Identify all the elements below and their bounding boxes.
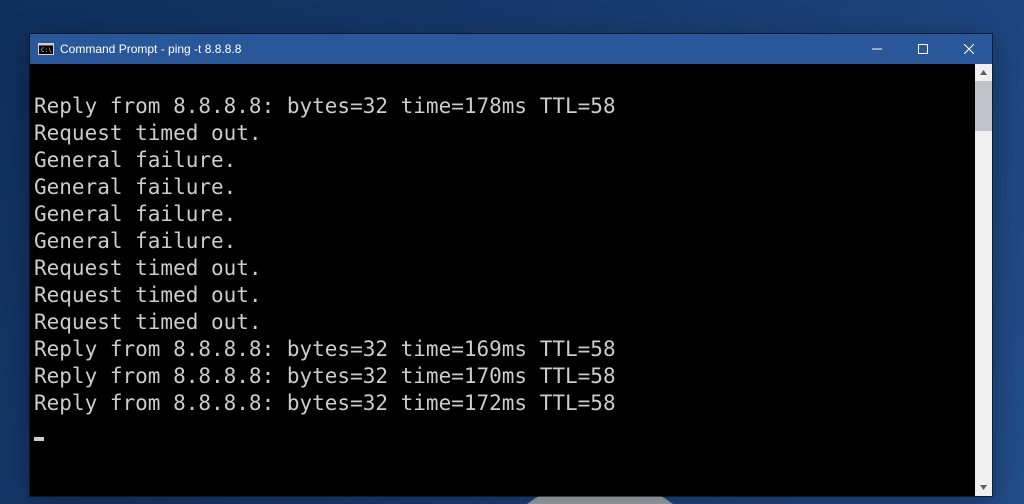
- console-output[interactable]: Reply from 8.8.8.8: bytes=32 time=178ms …: [30, 64, 975, 496]
- console-line: Request timed out.: [34, 256, 262, 280]
- console-line: Request timed out.: [34, 310, 262, 334]
- close-button[interactable]: [946, 34, 992, 64]
- client-area: Reply from 8.8.8.8: bytes=32 time=178ms …: [30, 64, 992, 496]
- console-line: Reply from 8.8.8.8: bytes=32 time=169ms …: [34, 337, 616, 361]
- console-line: Reply from 8.8.8.8: bytes=32 time=178ms …: [34, 94, 616, 118]
- maximize-button[interactable]: [900, 34, 946, 64]
- console-line: Request timed out.: [34, 283, 262, 307]
- console-line: Reply from 8.8.8.8: bytes=32 time=170ms …: [34, 364, 616, 388]
- command-prompt-icon: C:\: [38, 41, 54, 57]
- console-line: General failure.: [34, 202, 236, 226]
- console-line: Reply from 8.8.8.8: bytes=32 time=172ms …: [34, 391, 616, 415]
- console-line: General failure.: [34, 175, 236, 199]
- console-line: General failure.: [34, 148, 236, 172]
- svg-text:C:\: C:\: [41, 47, 52, 54]
- command-prompt-window: C:\ Command Prompt - ping -t 8.8.8.8: [30, 34, 992, 496]
- scroll-thumb[interactable]: [975, 81, 992, 131]
- cursor: [34, 437, 44, 441]
- titlebar[interactable]: C:\ Command Prompt - ping -t 8.8.8.8: [30, 34, 992, 64]
- minimize-button[interactable]: [854, 34, 900, 64]
- scroll-down-button[interactable]: [975, 479, 992, 496]
- console-line: General failure.: [34, 229, 236, 253]
- scroll-up-button[interactable]: [975, 64, 992, 81]
- vertical-scrollbar[interactable]: [975, 64, 992, 496]
- desktop-background: C:\ Command Prompt - ping -t 8.8.8.8: [0, 0, 1024, 504]
- window-title: Command Prompt - ping -t 8.8.8.8: [60, 42, 241, 56]
- window-controls: [854, 34, 992, 64]
- console-line: Request timed out.: [34, 121, 262, 145]
